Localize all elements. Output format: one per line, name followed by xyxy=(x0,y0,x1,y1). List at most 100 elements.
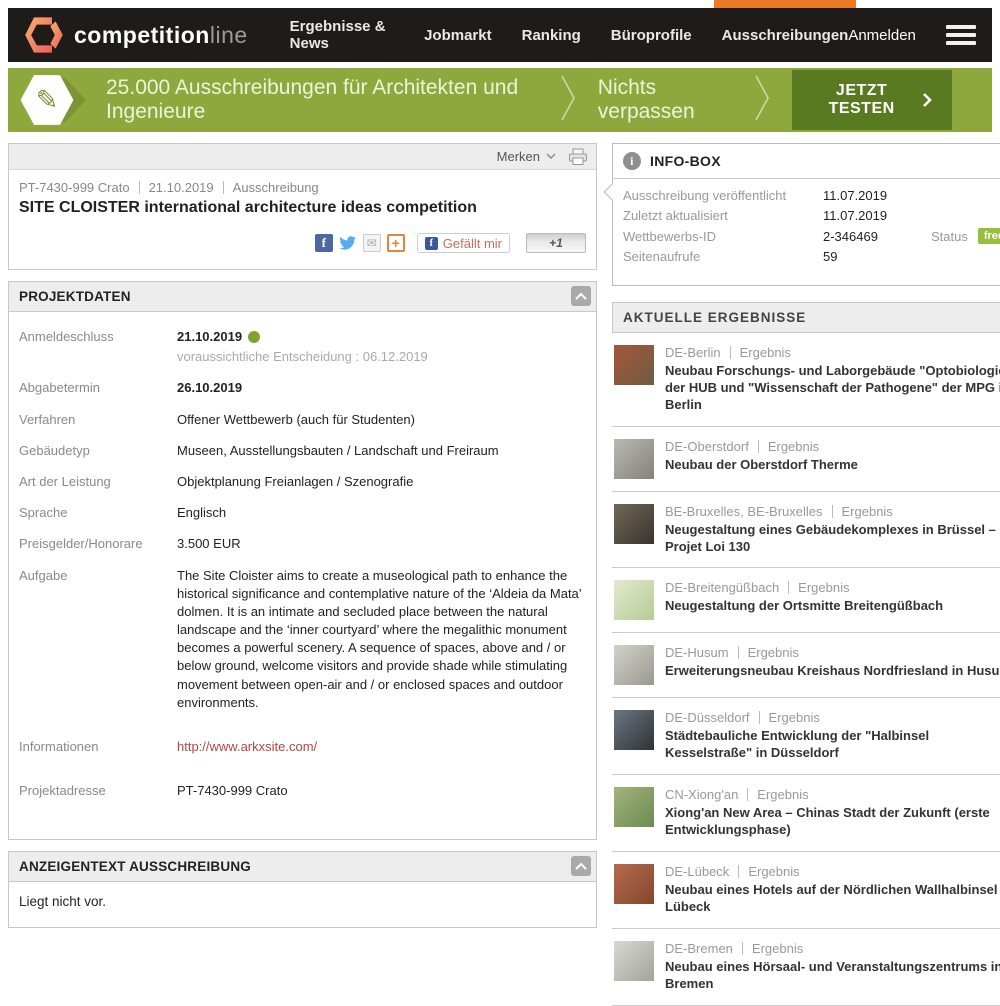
result-title[interactable]: Neugestaltung der Ortsmitte Breitengüßba… xyxy=(665,598,943,615)
brand-name: competitionline xyxy=(74,22,248,49)
twitter-icon[interactable] xyxy=(339,234,357,252)
result-location[interactable]: DE-Düsseldorf xyxy=(665,710,750,725)
pencil-hexagon-icon: ✎ xyxy=(18,72,90,128)
field-gebaeudetyp: Gebäudetyp Museen, Ausstellungsbauten / … xyxy=(19,442,586,460)
result-tag[interactable]: Ergebnis xyxy=(740,345,791,360)
field-informationen: Informationen http://www.arkxsite.com/ xyxy=(19,738,586,756)
top-navbar: competitionline Ergebnisse & News Jobmar… xyxy=(8,8,992,62)
projektdaten-header: PROJEKTDATEN xyxy=(9,282,596,312)
anzeigentext-card: ANZEIGENTEXT AUSSCHREIBUNG Liegt nicht v… xyxy=(8,851,597,928)
result-location[interactable]: DE-Breitengüßbach xyxy=(665,580,779,595)
result-title[interactable]: Xiong'an New Area – Chinas Stadt der Zuk… xyxy=(665,805,1000,839)
chevron-down-icon xyxy=(546,153,556,160)
result-title[interactable]: Erweiterungsneubau Kreishaus Nordfriesla… xyxy=(665,663,1000,680)
result-item[interactable]: DE-Berlin Ergebnis Neubau Forschungs- und… xyxy=(612,333,1000,427)
print-icon[interactable] xyxy=(568,148,588,166)
google-plusone-button[interactable]: +1 xyxy=(526,233,586,253)
facebook-icon[interactable]: f xyxy=(315,234,333,252)
result-tag[interactable]: Ergebnis xyxy=(842,504,893,519)
collapse-icon[interactable] xyxy=(571,856,591,876)
result-location[interactable]: DE-Oberstdorf xyxy=(665,439,749,454)
result-thumbnail xyxy=(614,787,654,827)
anzeigentext-header: ANZEIGENTEXT AUSSCHREIBUNG xyxy=(9,852,596,882)
result-thumbnail xyxy=(614,941,654,981)
nav-item-ausschreibungen[interactable]: Ausschreibungen xyxy=(722,8,849,62)
nav-menu: Ergebnisse & News Jobmarkt Ranking Bürop… xyxy=(290,8,849,62)
result-tag[interactable]: Ergebnis xyxy=(752,941,803,956)
result-title[interactable]: Neubau Forschungs- und Laborgebäude "Opt… xyxy=(665,363,1000,414)
result-tag[interactable]: Ergebnis xyxy=(748,645,799,660)
result-item[interactable]: DE-Düsseldorf Ergebnis Städtebauliche Ent… xyxy=(612,698,1000,775)
result-title[interactable]: Neugestaltung eines Gebäudekomplexes in … xyxy=(665,522,1000,556)
hamburger-menu-icon[interactable] xyxy=(946,21,976,49)
promo-banner: ✎ 25.000 Ausschreibungen für Architekten… xyxy=(8,68,992,132)
info-box: i INFO-BOX Ausschreibung veröffentlicht … xyxy=(612,143,1000,286)
collapse-icon[interactable] xyxy=(571,286,591,306)
result-location[interactable]: CN-Xiong'an xyxy=(665,787,738,802)
result-thumbnail xyxy=(614,645,654,685)
field-preisgelder: Preisgelder/Honorare 3.500 EUR xyxy=(19,535,586,553)
result-title[interactable]: Städtebauliche Entwicklung der "Halbinse… xyxy=(665,728,1000,762)
result-item[interactable]: DE-Breitengüßbach Ergebnis Neugestaltung … xyxy=(612,568,1000,633)
nav-item-bueroprofile[interactable]: Büroprofile xyxy=(611,8,692,62)
facebook-like-button[interactable]: f Gefällt mir xyxy=(417,233,510,253)
sharethis-icon[interactable]: + xyxy=(387,234,405,252)
status-badge: free xyxy=(978,228,1000,244)
result-item[interactable]: DE-Bremen Ergebnis Neubau eines Hörsaal- … xyxy=(612,929,1000,1006)
nav-item-ergebnisse-news[interactable]: Ergebnisse & News xyxy=(290,8,394,62)
result-location[interactable]: DE-Berlin xyxy=(665,345,721,360)
breadcrumb-type: Ausschreibung xyxy=(233,180,319,195)
result-item[interactable]: CN-Xiong'an Ergebnis Xiong'an New Area – … xyxy=(612,775,1000,852)
result-item[interactable]: DE-Husum Ergebnis Erweiterungsneubau Krei… xyxy=(612,633,1000,698)
info-row-aktualisiert: Zuletzt aktualisiert 11.07.2019 xyxy=(623,208,1000,223)
field-abgabetermin: Abgabetermin 26.10.2019 xyxy=(19,379,586,397)
results-header: AKTUELLE ERGEBNISSE xyxy=(612,302,1000,333)
info-url-link[interactable]: http://www.arkxsite.com/ xyxy=(177,739,317,754)
info-icon: i xyxy=(623,152,641,170)
result-item[interactable]: DE-Oberstdorf Ergebnis Neubau der Oberstd… xyxy=(612,427,1000,492)
result-tag[interactable]: Ergebnis xyxy=(757,787,808,802)
result-item[interactable]: DE-Lübeck Ergebnis Neubau eines Hotels au… xyxy=(612,852,1000,929)
result-tag[interactable]: Ergebnis xyxy=(748,864,799,879)
result-thumbnail xyxy=(614,710,654,750)
result-tag[interactable]: Ergebnis xyxy=(768,439,819,454)
result-thumbnail xyxy=(614,439,654,479)
breadcrumb: PT-7430-999 Crato 21.10.2019 Ausschreibu… xyxy=(19,180,586,195)
info-row-seitenaufrufe: Seitenaufrufe 59 xyxy=(623,249,1000,264)
result-tag[interactable]: Ergebnis xyxy=(798,580,849,595)
result-location[interactable]: DE-Husum xyxy=(665,645,729,660)
chevron-separator-icon xyxy=(754,74,770,127)
banner-tagline: Nichts verpassen xyxy=(598,76,732,124)
result-title[interactable]: Neubau der Oberstdorf Therme xyxy=(665,457,858,474)
competition-header-card: Merken PT-7430-999 Crato xyxy=(8,143,597,270)
toolbar: Merken xyxy=(9,144,596,170)
result-title[interactable]: Neubau eines Hotels auf der Nördlichen W… xyxy=(665,882,1000,916)
anzeigentext-body: Liegt nicht vor. xyxy=(9,882,596,927)
result-title[interactable]: Neubau eines Hörsaal- und Veranstaltungs… xyxy=(665,959,1000,993)
logo-icon xyxy=(24,15,64,55)
result-location[interactable]: DE-Lübeck xyxy=(665,864,729,879)
breadcrumb-location: PT-7430-999 Crato xyxy=(19,180,130,195)
result-thumbnail xyxy=(614,864,654,904)
banner-headline: 25.000 Ausschreibungen für Architekten u… xyxy=(106,76,538,124)
result-location[interactable]: DE-Bremen xyxy=(665,941,733,956)
merken-button[interactable]: Merken xyxy=(497,149,556,164)
result-item[interactable]: BE-Bruxelles, BE-Bruxelles Ergebnis Neuge… xyxy=(612,492,1000,569)
field-projektadresse: Projektadresse PT-7430-999 Crato xyxy=(19,782,586,800)
jetzt-testen-button[interactable]: JETZT TESTEN xyxy=(792,70,952,130)
info-row-wettbewerbs-id: Wettbewerbs-ID 2-346469 Status free xyxy=(623,228,1000,244)
result-location[interactable]: BE-Bruxelles, BE-Bruxelles xyxy=(665,504,823,519)
arrow-right-icon xyxy=(923,93,932,107)
deadline-status-dot xyxy=(248,331,260,343)
chevron-separator-icon xyxy=(560,74,576,127)
field-anmeldeschluss: Anmeldeschluss 21.10.2019 voraussichtlic… xyxy=(19,328,586,366)
login-link[interactable]: Anmelden xyxy=(848,27,916,44)
result-thumbnail xyxy=(614,345,654,385)
result-tag[interactable]: Ergebnis xyxy=(769,710,820,725)
brand-logo[interactable]: competitionline xyxy=(24,15,248,55)
facebook-like-icon: f xyxy=(425,237,438,250)
nav-item-jobmarkt[interactable]: Jobmarkt xyxy=(424,8,492,62)
field-sprache: Sprache Englisch xyxy=(19,504,586,522)
nav-item-ranking[interactable]: Ranking xyxy=(522,8,581,62)
email-icon[interactable]: ✉ xyxy=(363,234,381,252)
